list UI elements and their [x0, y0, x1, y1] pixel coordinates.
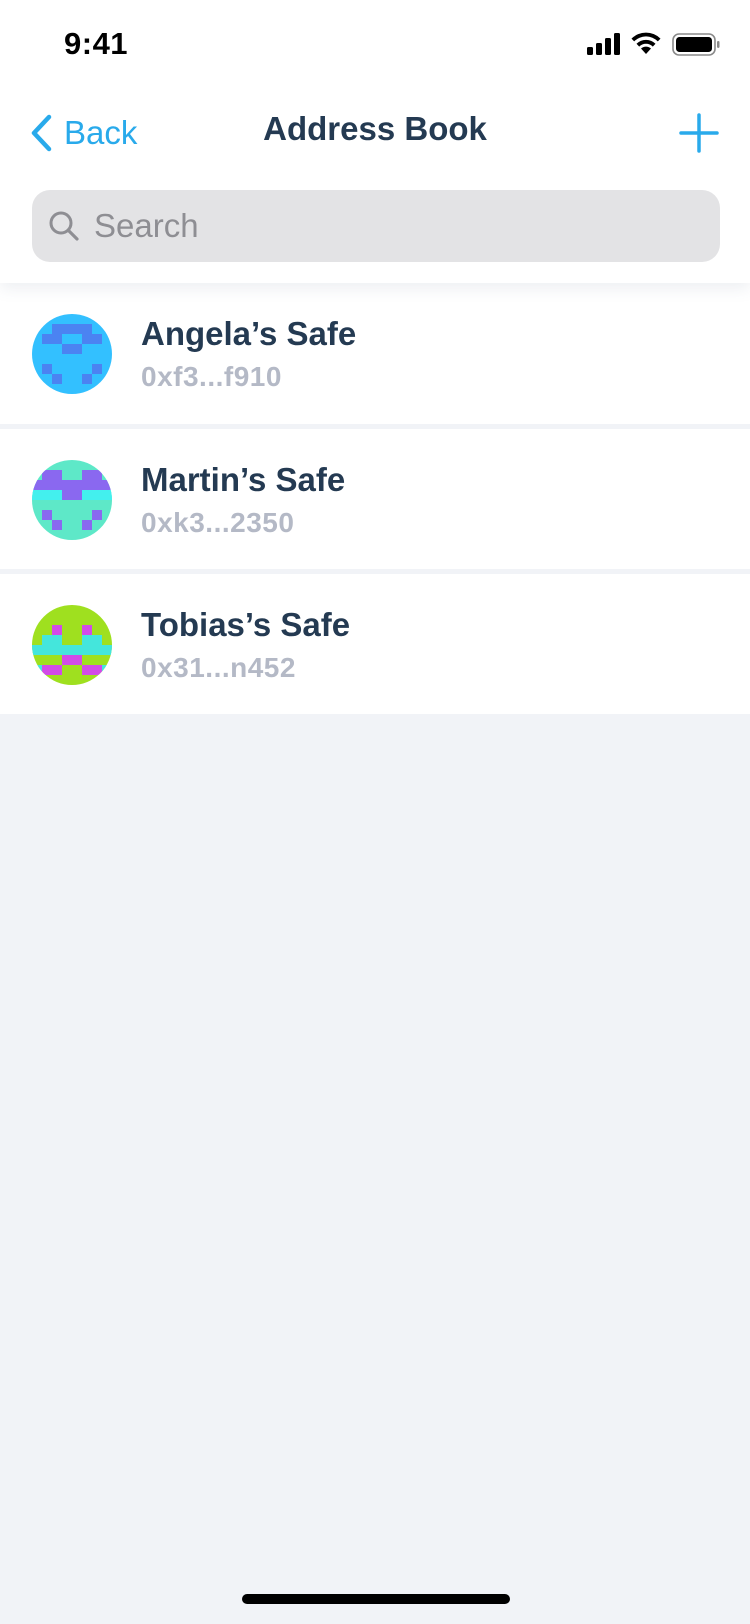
contact-name: Tobias’s Safe: [141, 606, 351, 643]
contact-address: 0xk3...2350: [141, 507, 295, 538]
home-indicator[interactable]: [242, 1594, 510, 1604]
contact-row[interactable]: Martin’s Safe 0xk3...2350: [0, 429, 750, 569]
page-title: Address Book: [263, 110, 487, 147]
plus-icon: [679, 113, 719, 153]
identicon-avatar: [32, 605, 112, 685]
search-input[interactable]: [94, 207, 654, 245]
search-icon: [49, 211, 79, 241]
contact-list: Angela’s Safe 0xf3...f910 Martin’s Safe …: [0, 283, 750, 714]
identicon-avatar: [32, 314, 112, 394]
status-time: 9:41: [64, 26, 129, 61]
status-bar: 9:41: [0, 0, 750, 90]
identicon-avatar: [32, 460, 112, 540]
contact-row[interactable]: Angela’s Safe 0xf3...f910: [0, 283, 750, 424]
search-bar: [32, 190, 720, 262]
contact-address: 0xf3...f910: [141, 361, 282, 392]
cellular-signal-icon: [587, 33, 620, 55]
contact-row[interactable]: Tobias’s Safe 0x31...n452: [0, 574, 750, 714]
header-area: 9:41 Back Address Book: [0, 0, 750, 283]
contact-name: Angela’s Safe: [141, 315, 357, 352]
navigation-bar: Back Address Book: [0, 100, 750, 166]
contact-address: 0x31...n452: [141, 652, 296, 683]
wifi-icon: [631, 32, 661, 54]
battery-icon: [672, 33, 720, 56]
add-contact-button[interactable]: [678, 112, 720, 159]
contact-name: Martin’s Safe: [141, 461, 346, 498]
